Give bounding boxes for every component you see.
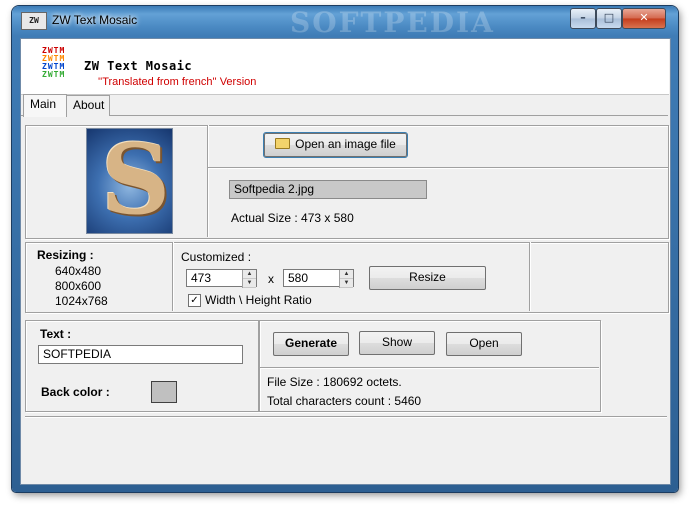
- text-label: Text :: [40, 327, 72, 341]
- up-arrow-icon[interactable]: ▲: [243, 270, 256, 279]
- resizing-title: Resizing :: [37, 248, 94, 262]
- file-size-label: File Size : 180692 octets.: [267, 375, 402, 389]
- text-input[interactable]: SOFTPEDIA: [38, 345, 243, 364]
- height-input[interactable]: 580 ▲ ▼: [283, 269, 354, 288]
- width-value: 473: [191, 271, 212, 285]
- maximize-icon: □: [603, 11, 615, 24]
- folder-icon: [275, 138, 291, 149]
- height-value: 580: [288, 271, 309, 285]
- window-title: ZW Text Mosaic: [52, 13, 138, 27]
- close-button[interactable]: ✕: [622, 8, 666, 29]
- divider: [207, 125, 208, 237]
- divider: [529, 242, 530, 311]
- maximize-button[interactable]: □: [596, 8, 622, 29]
- logo-line: ZWTM: [42, 70, 66, 79]
- preset-800x600[interactable]: 800x600: [55, 279, 101, 293]
- open-image-label: Open an image file: [295, 137, 396, 151]
- width-input[interactable]: 473 ▲ ▼: [186, 269, 257, 288]
- image-thumbnail: S: [86, 128, 173, 234]
- minimize-button[interactable]: –: [570, 8, 596, 29]
- app-icon: ZW: [21, 12, 47, 30]
- resize-button[interactable]: Resize: [369, 266, 486, 290]
- open-image-button[interactable]: Open an image file: [263, 132, 408, 158]
- ratio-label: Width \ Height Ratio: [205, 293, 312, 307]
- back-color-swatch[interactable]: [151, 381, 177, 403]
- title-watermark: SOFTPEDIA: [290, 6, 495, 39]
- ratio-checkbox[interactable]: ✓: [188, 294, 201, 307]
- preset-640x480[interactable]: 640x480: [55, 264, 101, 278]
- app-logo: ZWTM ZWTM ZWTM ZWTM: [42, 47, 72, 79]
- total-chars-label: Total characters count : 5460: [267, 394, 422, 408]
- back-color-label: Back color :: [41, 385, 110, 399]
- width-stepper[interactable]: ▲ ▼: [242, 270, 256, 288]
- thumbnail-letter: S: [101, 128, 171, 234]
- minimize-icon: –: [580, 11, 586, 24]
- down-arrow-icon[interactable]: ▼: [340, 279, 353, 288]
- height-stepper[interactable]: ▲ ▼: [339, 270, 353, 288]
- actual-size-label: Actual Size : 473 x 580: [231, 211, 354, 225]
- divider: [260, 367, 599, 368]
- show-button[interactable]: Show: [359, 331, 435, 355]
- times-label: x: [268, 272, 274, 286]
- generate-button[interactable]: Generate: [273, 332, 349, 356]
- divider: [25, 416, 667, 417]
- down-arrow-icon[interactable]: ▼: [243, 279, 256, 288]
- customized-label: Customized :: [181, 250, 252, 264]
- file-name-field: Softpedia 2.jpg: [229, 180, 427, 199]
- up-arrow-icon[interactable]: ▲: [340, 270, 353, 279]
- divider: [172, 242, 173, 311]
- app-name: ZW Text Mosaic: [84, 59, 193, 73]
- preset-1024x768[interactable]: 1024x768: [55, 294, 108, 308]
- tab-main[interactable]: Main: [23, 94, 67, 117]
- close-icon: ✕: [639, 11, 649, 24]
- tab-about[interactable]: About: [66, 95, 110, 116]
- open-button[interactable]: Open: [446, 332, 522, 356]
- app-subtitle: ''Translated from french'' Version: [98, 76, 257, 88]
- divider: [208, 167, 668, 168]
